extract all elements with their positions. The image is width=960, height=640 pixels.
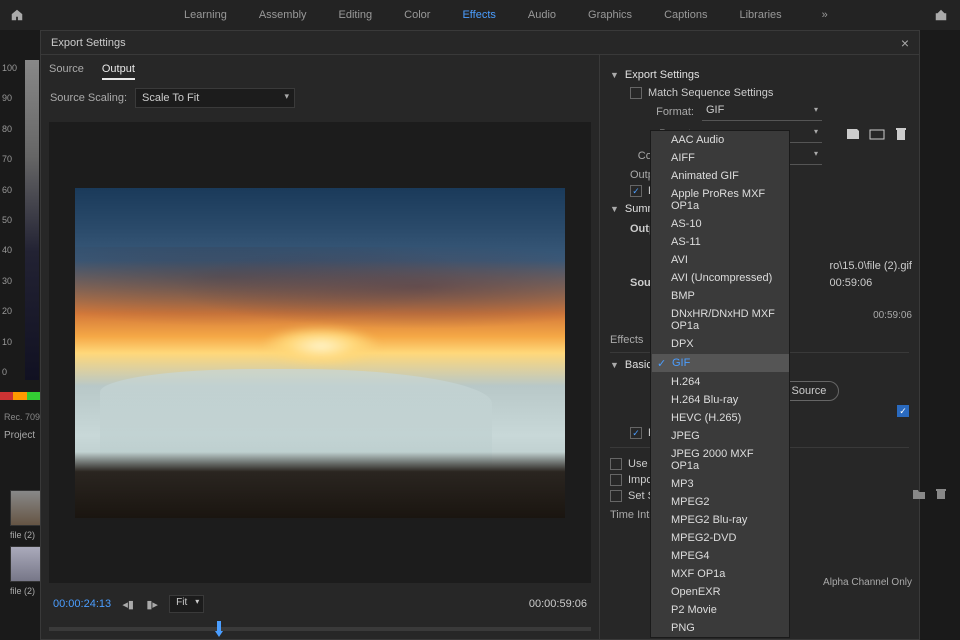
project-panel-label: Project: [4, 430, 35, 441]
format-option[interactable]: AS-11: [651, 233, 789, 251]
tab-editing[interactable]: Editing: [339, 9, 373, 21]
timecode-out[interactable]: 00:00:59:06: [529, 598, 587, 610]
format-option[interactable]: BMP: [651, 287, 789, 305]
tab-graphics[interactable]: Graphics: [588, 9, 632, 21]
app-topbar: Learning Assembly Editing Color Effects …: [0, 0, 960, 30]
export-settings-heading: Export Settings: [625, 69, 700, 81]
format-option[interactable]: MPEG4: [651, 547, 789, 565]
format-option[interactable]: P2 Movie: [651, 601, 789, 619]
tab-color[interactable]: Color: [404, 9, 430, 21]
source-time-overflow: 00:59:06: [873, 310, 912, 321]
share-icon[interactable]: [934, 8, 948, 22]
format-option[interactable]: MP3: [651, 475, 789, 493]
format-option[interactable]: JPEG 2000 MXF OP1a: [651, 445, 789, 475]
format-option[interactable]: JPEG: [651, 427, 789, 445]
alpha-only-label-overflow: Alpha Channel Only: [823, 577, 912, 588]
source-scaling-select[interactable]: Scale To Fit: [135, 88, 295, 108]
save-preset-icon[interactable]: [845, 127, 861, 141]
scope-label: Rec. 709: [4, 412, 40, 422]
scope-ruler: 1009080706050403020100: [0, 55, 20, 385]
format-option[interactable]: AAC Audio: [651, 131, 789, 149]
home-icon[interactable]: [10, 8, 24, 22]
format-option[interactable]: DPX: [651, 335, 789, 353]
format-option[interactable]: H.264: [651, 373, 789, 391]
format-option[interactable]: AS-10: [651, 215, 789, 233]
delete-preset-icon[interactable]: [893, 127, 909, 141]
format-dropdown-list: AAC AudioAIFFAnimated GIFApple ProRes MX…: [650, 130, 790, 638]
format-option[interactable]: PNG: [651, 619, 789, 637]
tab-audio[interactable]: Audio: [528, 9, 556, 21]
tab-effects[interactable]: Effects: [462, 9, 495, 21]
format-option[interactable]: MPEG2-DVD: [651, 529, 789, 547]
tab-output[interactable]: Output: [102, 63, 135, 80]
import-preset-icon[interactable]: [869, 127, 885, 141]
format-option[interactable]: HEVC (H.265): [651, 409, 789, 427]
zoom-select[interactable]: Fit: [169, 595, 204, 613]
timeline-scrubber[interactable]: [49, 619, 591, 639]
transport-bar: 00:00:24:13 ◂▮ ▮▸ Fit 00:00:59:06: [49, 591, 591, 617]
tab-libraries[interactable]: Libraries: [739, 9, 781, 21]
dialog-titlebar: Export Settings ×: [41, 31, 919, 55]
link-dimensions-checkbox[interactable]: [897, 405, 909, 417]
tab-captions[interactable]: Captions: [664, 9, 707, 21]
timecode-in[interactable]: 00:00:24:13: [53, 598, 111, 610]
format-option[interactable]: AVI: [651, 251, 789, 269]
format-option[interactable]: GIF: [651, 353, 790, 373]
format-option[interactable]: AIFF: [651, 149, 789, 167]
twirl-icon[interactable]: ▼: [610, 204, 619, 214]
twirl-icon[interactable]: ▼: [610, 70, 619, 80]
scope-colorbar: [0, 392, 40, 406]
format-option[interactable]: MXF OP1a: [651, 565, 789, 583]
bg-panel-icons: [912, 488, 948, 500]
match-sequence-checkbox[interactable]: Match Sequence Settings: [630, 87, 909, 99]
tab-assembly[interactable]: Assembly: [259, 9, 307, 21]
format-option[interactable]: Apple ProRes MXF OP1a: [651, 185, 789, 215]
source-scaling-label: Source Scaling:: [49, 92, 127, 104]
output-path-overflow: ro\15.0\file (2).gif 00:59:06: [829, 258, 912, 291]
tab-effects-settings[interactable]: Effects: [610, 334, 643, 352]
prev-frame-icon[interactable]: ◂▮: [121, 597, 135, 611]
format-option[interactable]: QuickTime: [651, 637, 789, 638]
next-frame-icon[interactable]: ▮▸: [145, 597, 159, 611]
dialog-title: Export Settings: [51, 37, 126, 49]
preview-pane: Source Output Source Scaling: Scale To F…: [41, 55, 599, 639]
format-option[interactable]: DNxHR/DNxHD MXF OP1a: [651, 305, 789, 335]
tab-source[interactable]: Source: [49, 63, 84, 80]
twirl-icon[interactable]: ▼: [610, 360, 619, 370]
format-option[interactable]: MPEG2 Blu-ray: [651, 511, 789, 529]
format-option[interactable]: MPEG2: [651, 493, 789, 511]
source-output-tabs: Source Output: [49, 63, 591, 80]
trash-icon[interactable]: [934, 488, 948, 500]
format-option[interactable]: H.264 Blu-ray: [651, 391, 789, 409]
scope-waveform: [25, 60, 39, 380]
folder-icon[interactable]: [912, 488, 926, 500]
format-option[interactable]: OpenEXR: [651, 583, 789, 601]
overflow-icon[interactable]: »: [822, 9, 828, 21]
video-preview: [75, 188, 565, 518]
playhead-icon[interactable]: [212, 621, 226, 637]
workspace-tabs: Learning Assembly Editing Color Effects …: [184, 9, 828, 21]
close-icon[interactable]: ×: [901, 35, 909, 51]
format-select[interactable]: GIF: [702, 103, 822, 121]
format-label: Format:: [630, 106, 694, 118]
format-option[interactable]: AVI (Uncompressed): [651, 269, 789, 287]
tab-learning[interactable]: Learning: [184, 9, 227, 21]
format-option[interactable]: Animated GIF: [651, 167, 789, 185]
